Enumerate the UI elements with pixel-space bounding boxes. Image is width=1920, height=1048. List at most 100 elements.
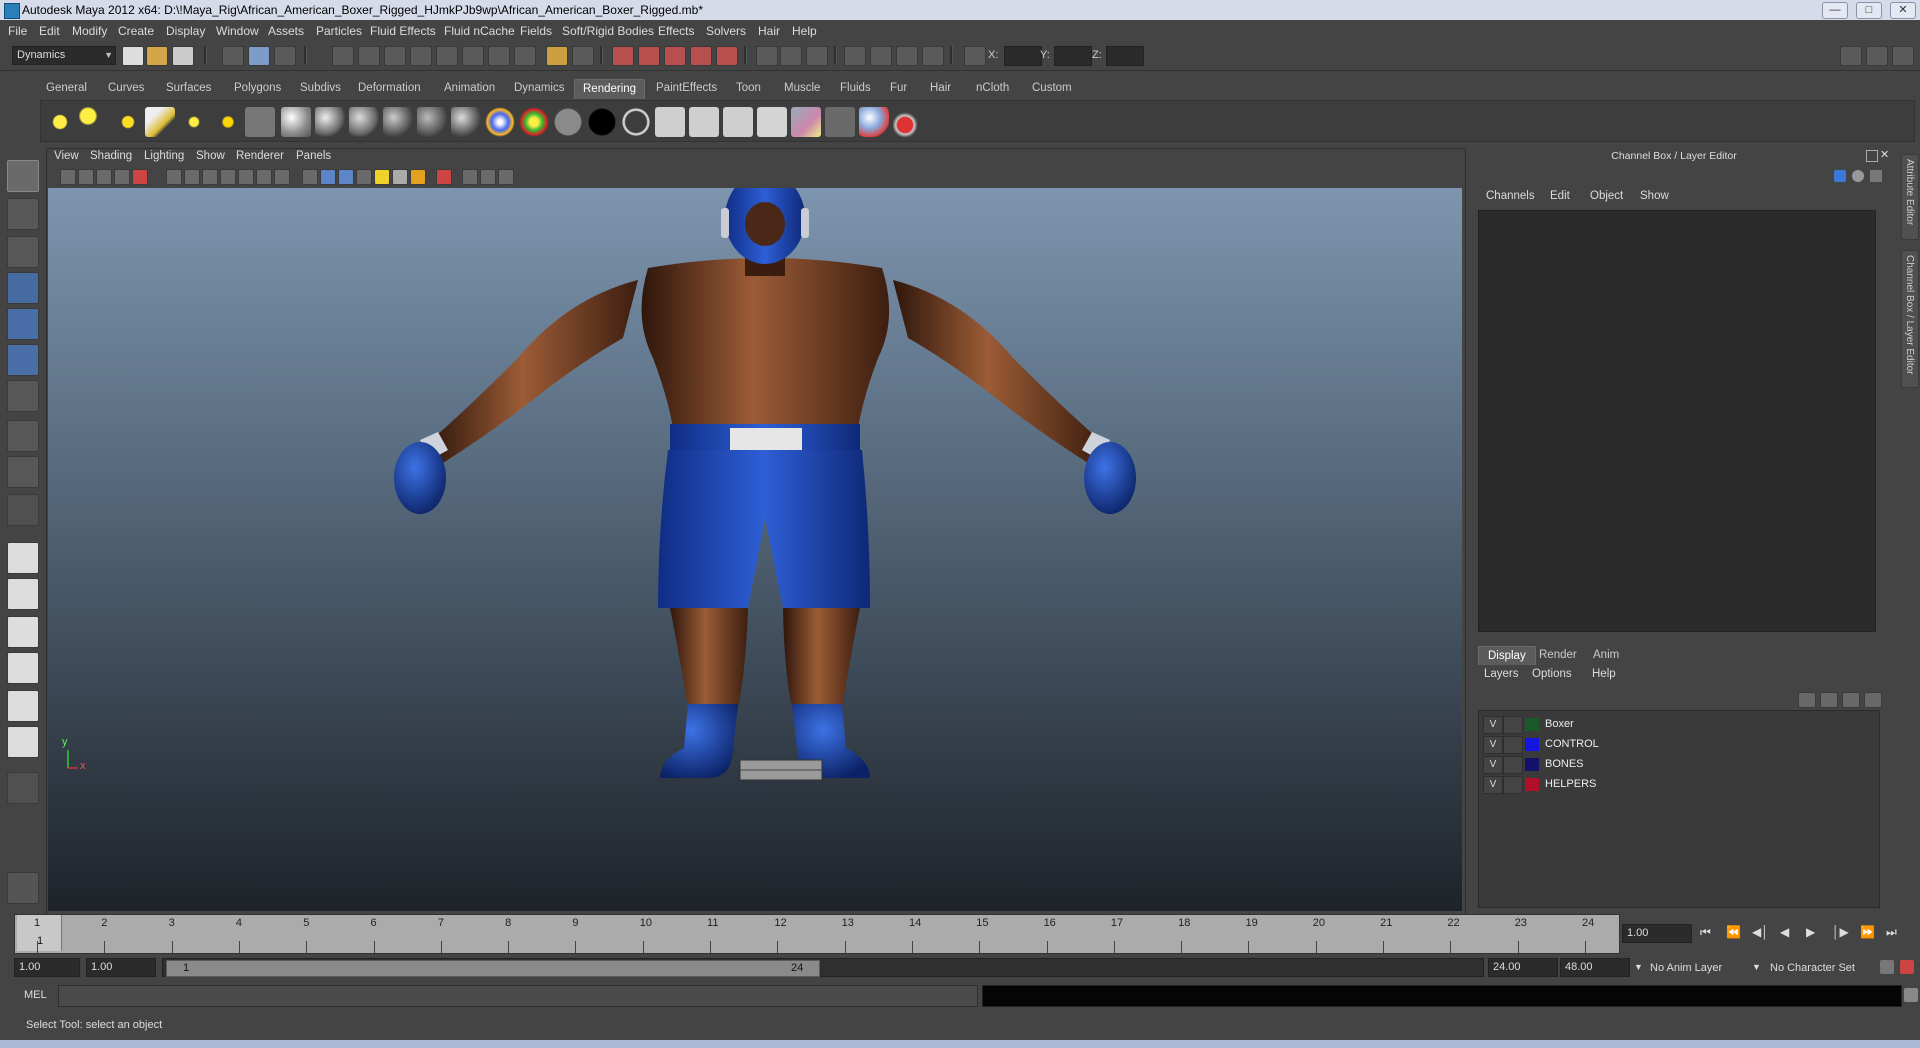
field-chart-icon[interactable] xyxy=(238,169,254,185)
close-panel-icon[interactable]: ✕ xyxy=(1880,148,1889,161)
channels-menu[interactable]: Channels xyxy=(1486,190,1535,202)
xray-icon[interactable] xyxy=(462,169,478,185)
select-deformations-icon[interactable] xyxy=(436,46,458,66)
animation-preferences-icon[interactable] xyxy=(1900,960,1914,974)
paint-canvas-icon[interactable] xyxy=(859,107,889,137)
render-view-icon[interactable] xyxy=(844,46,866,66)
film-gate-icon[interactable] xyxy=(184,169,200,185)
visibility-toggle[interactable]: V xyxy=(1483,736,1503,754)
maximize-button[interactable]: □ xyxy=(1856,2,1882,19)
step-forward-key-icon[interactable]: ⏩ xyxy=(1860,925,1875,939)
menu-window[interactable]: Window xyxy=(216,24,259,38)
image-plane-icon[interactable] xyxy=(114,169,130,185)
manipulator-mode-icon[interactable] xyxy=(1834,170,1846,182)
ramp-shader-icon[interactable] xyxy=(485,107,515,137)
use-all-lights-icon[interactable] xyxy=(374,169,390,185)
viewport-menu-panels[interactable]: Panels xyxy=(296,150,331,162)
character-set-selector[interactable]: No Character Set xyxy=(1770,962,1855,974)
layer-color-swatch[interactable] xyxy=(1525,718,1539,731)
area-light-icon[interactable] xyxy=(179,107,209,137)
shelf-tab-custom[interactable]: Custom xyxy=(1024,79,1080,98)
snap-to-view-plane-icon[interactable] xyxy=(690,46,712,66)
create-empty-layer-icon[interactable] xyxy=(1842,692,1860,708)
ambient-light-icon[interactable] xyxy=(45,107,75,137)
animation-start-field[interactable]: 1.00 xyxy=(14,958,80,977)
last-used-tool-icon[interactable] xyxy=(7,494,39,526)
menu-file[interactable]: File xyxy=(8,24,27,38)
menu-edit[interactable]: Edit xyxy=(39,24,60,38)
menu-soft-rigid-bodies[interactable]: Soft/Rigid Bodies xyxy=(562,24,654,38)
save-scene-icon[interactable] xyxy=(172,46,194,66)
volume-light-icon[interactable] xyxy=(213,107,243,137)
point-light-icon[interactable] xyxy=(113,107,143,137)
two-d-pan-zoom-icon[interactable] xyxy=(132,169,148,185)
scale-tool-icon[interactable] xyxy=(7,344,39,376)
step-back-frame-icon[interactable]: ◀│ xyxy=(1752,925,1769,939)
animation-end-field[interactable]: 48.00 xyxy=(1560,958,1630,977)
le-help-menu[interactable]: Help xyxy=(1592,668,1616,680)
select-by-component-icon[interactable] xyxy=(274,46,296,66)
toggle-attribute-editor-icon[interactable] xyxy=(1840,46,1862,66)
select-by-object-icon[interactable] xyxy=(248,46,270,66)
select-handles-icon[interactable] xyxy=(332,46,354,66)
menu-particles[interactable]: Particles xyxy=(316,24,362,38)
select-by-hierarchy-icon[interactable] xyxy=(222,46,244,66)
spot-light-icon[interactable] xyxy=(145,107,175,137)
single-perspective-layout-icon[interactable] xyxy=(7,542,39,574)
mel-language-toggle[interactable]: MEL xyxy=(24,989,47,1001)
safe-action-icon[interactable] xyxy=(256,169,272,185)
select-camera-icon[interactable] xyxy=(60,169,76,185)
render-settings-icon[interactable] xyxy=(922,46,944,66)
construction-history-icon[interactable] xyxy=(806,46,828,66)
surface-shader-icon[interactable] xyxy=(553,107,583,137)
viewport-menu-show[interactable]: Show xyxy=(196,150,225,162)
persp-hypershade-layout-icon[interactable] xyxy=(7,726,39,758)
toggle-tool-settings-icon[interactable] xyxy=(1866,46,1888,66)
viewport-menu-renderer[interactable]: Renderer xyxy=(236,150,284,162)
range-handle[interactable]: 1 24 xyxy=(166,960,820,977)
paint-select-tool-icon[interactable] xyxy=(7,236,39,268)
new-scene-icon[interactable] xyxy=(122,46,144,66)
make-live-icon[interactable] xyxy=(716,46,738,66)
display-type-toggle[interactable] xyxy=(1503,736,1523,754)
speed-mode-icon[interactable] xyxy=(1852,170,1864,182)
high-quality-icon[interactable] xyxy=(410,169,426,185)
visibility-toggle[interactable]: V xyxy=(1483,716,1503,734)
menu-solvers[interactable]: Solvers xyxy=(706,24,746,38)
shelf-tab-fur[interactable]: Fur xyxy=(882,79,915,98)
wireframe-on-shaded-icon[interactable] xyxy=(338,169,354,185)
float-panel-icon[interactable] xyxy=(1866,150,1878,162)
batch-render-icon[interactable] xyxy=(723,107,753,137)
step-forward-frame-icon[interactable]: │▶ xyxy=(1832,925,1849,939)
playback-end-field[interactable]: 24.00 xyxy=(1488,958,1558,977)
layered-shader-icon[interactable] xyxy=(451,107,481,137)
shelf-tab-ncloth[interactable]: nCloth xyxy=(968,79,1017,98)
layer-color-swatch[interactable] xyxy=(1525,778,1539,791)
select-joints-icon[interactable] xyxy=(358,46,380,66)
viewport-menu-lighting[interactable]: Lighting xyxy=(144,150,184,162)
move-layer-down-icon[interactable] xyxy=(1820,692,1838,708)
shelf-tab-hair[interactable]: Hair xyxy=(922,79,959,98)
render-settings-window-icon[interactable] xyxy=(825,107,855,137)
script-editor-button-icon[interactable] xyxy=(1904,988,1918,1002)
shelf-tab-animation[interactable]: Animation xyxy=(436,79,503,98)
perspective-viewport[interactable]: y x xyxy=(48,188,1462,911)
select-surfaces-icon[interactable] xyxy=(410,46,432,66)
shadows-icon[interactable] xyxy=(392,169,408,185)
menu-fluid-ncache[interactable]: Fluid nCache xyxy=(444,24,515,38)
bookmark-icon[interactable] xyxy=(96,169,112,185)
paint-effects-brush-icon[interactable] xyxy=(893,107,923,137)
z-field[interactable] xyxy=(1106,46,1144,66)
move-tool-icon[interactable] xyxy=(7,272,39,304)
menu-hair[interactable]: Hair xyxy=(758,24,780,38)
show-manipulator-tool-icon[interactable] xyxy=(7,456,39,488)
tab-display[interactable]: Display xyxy=(1478,646,1536,665)
create-layer-from-selected-icon[interactable] xyxy=(1864,692,1882,708)
shelf-tab-general[interactable]: General xyxy=(38,79,95,98)
blinn-material-icon[interactable] xyxy=(281,107,311,137)
snap-to-point-icon[interactable] xyxy=(664,46,686,66)
menuset-selector[interactable]: Dynamics ▼ xyxy=(12,46,116,65)
backface-culling-icon[interactable] xyxy=(498,169,514,185)
wireframe-icon[interactable] xyxy=(302,169,318,185)
hyper-mode-icon[interactable] xyxy=(1870,170,1882,182)
